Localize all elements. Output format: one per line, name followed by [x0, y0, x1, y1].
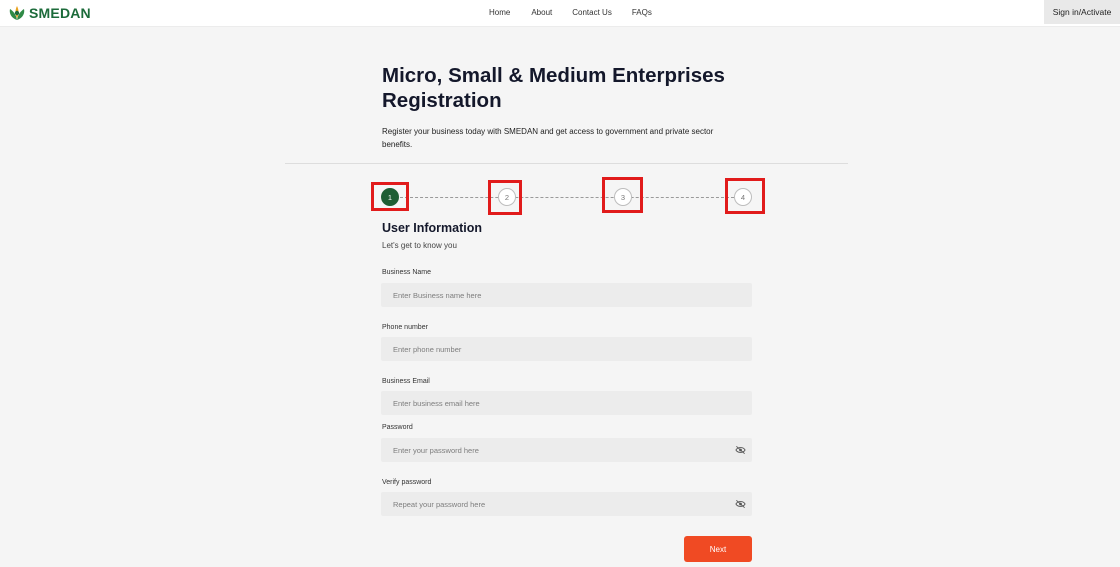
stepper-connector — [400, 197, 734, 198]
step-3[interactable]: 3 — [614, 188, 632, 206]
business-name-input[interactable] — [381, 283, 752, 307]
page-title: Micro, Small & Medium Enterprises Regist… — [382, 64, 725, 112]
eye-slash-icon[interactable] — [735, 445, 746, 455]
email-label: Business Email — [382, 378, 430, 385]
brand-name: SMEDAN — [29, 5, 91, 21]
nav-about-link[interactable]: About — [531, 8, 552, 17]
section-subtitle: Let's get to know you — [382, 241, 457, 250]
page-intro: Register your business today with SMEDAN… — [382, 127, 714, 149]
step-4[interactable]: 4 — [734, 188, 752, 206]
verify-password-label: Verify password — [382, 479, 432, 486]
business-name-field — [381, 283, 752, 307]
nav-home-link[interactable]: Home — [489, 8, 510, 17]
section-title: User Information — [382, 221, 483, 235]
next-button[interactable]: Next — [684, 536, 752, 562]
phone-input[interactable] — [381, 337, 752, 361]
password-label: Password — [382, 424, 413, 431]
phone-field — [381, 337, 752, 361]
step-2[interactable]: 2 — [498, 188, 516, 206]
email-input[interactable] — [381, 391, 752, 415]
header-divider — [285, 163, 848, 164]
password-input[interactable] — [381, 438, 752, 462]
password-field — [381, 438, 752, 462]
eye-slash-icon[interactable] — [735, 499, 746, 509]
nav-contact-link[interactable]: Contact Us — [572, 8, 612, 17]
top-navbar: SMEDAN Home About Contact Us FAQs Sign i… — [0, 0, 1120, 27]
smedan-leaf-icon — [9, 6, 25, 20]
business-name-label: Business Name — [382, 269, 432, 276]
email-field — [381, 391, 752, 415]
main-nav: Home About Contact Us FAQs — [489, 8, 652, 17]
verify-password-input[interactable] — [381, 492, 752, 516]
verify-password-field — [381, 492, 752, 516]
nav-faqs-link[interactable]: FAQs — [632, 8, 652, 17]
brand-logo[interactable]: SMEDAN — [7, 3, 91, 23]
step-1[interactable]: 1 — [381, 188, 399, 206]
phone-label: Phone number — [382, 324, 428, 331]
signin-activate-button[interactable]: Sign in/Activate — [1044, 0, 1120, 24]
